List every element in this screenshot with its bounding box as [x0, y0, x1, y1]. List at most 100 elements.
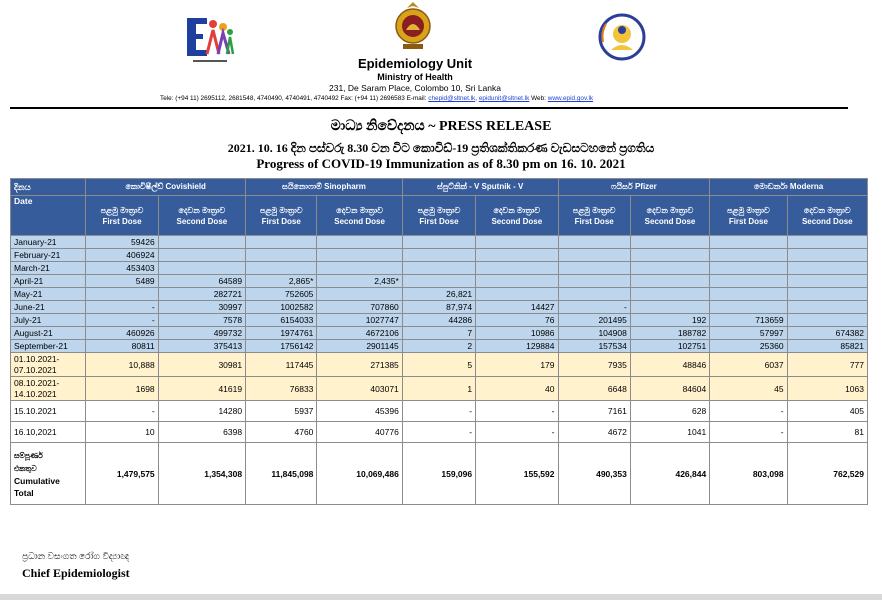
table-cell: [709, 300, 788, 314]
vaccine-header-sinopharm: සයිනොෆාම් Sinopharm: [245, 178, 403, 196]
table-cell: 45396: [316, 400, 403, 422]
email-link-1[interactable]: chepid@sltnet.lk: [428, 95, 475, 102]
table-cell: 2901145: [316, 339, 403, 353]
first-dose-header: පළමු මාත්‍රාව First Dose: [245, 195, 318, 236]
table-cell: [557, 235, 631, 249]
table-cell: 271385: [316, 352, 403, 377]
table-cell: 4672: [557, 421, 631, 443]
row-date: August-21: [9, 326, 87, 340]
table-cell: 707860: [316, 300, 403, 314]
table-cell: 7161: [557, 400, 631, 422]
table-row: June-21-30997 1002582 707860 87,974 14427-: [9, 300, 869, 314]
date-header-si: දිනය: [9, 178, 87, 196]
table-cell: [157, 261, 247, 275]
first-dose-header: පළමු මාත්‍රාව First Dose: [557, 195, 631, 236]
table-cell: 188782: [629, 326, 711, 340]
table-cell: 2: [401, 339, 477, 353]
table-cell: 40: [475, 376, 559, 401]
sinhala-subtitle: 2021. 10. 16 දින පස්වරු 8.30 වන විට කොවි…: [227, 141, 655, 155]
table-cell: 674382: [786, 326, 869, 340]
table-cell: 1041: [629, 421, 711, 443]
table-cell: -: [401, 421, 477, 443]
table-cell: 460926: [85, 326, 159, 340]
organization-name: Epidemiology Unit: [357, 56, 473, 71]
web-prefix: Web:: [529, 95, 548, 102]
table-cell: 6398: [157, 421, 247, 443]
contact-line: Tele: (+94 11) 2695112, 2681548, 4740490…: [160, 95, 594, 102]
table-cell: 752605: [245, 287, 318, 301]
table-cell: 10986: [475, 326, 559, 340]
dose-header-row: Date පළමු මාත්‍රාව First Dose දෙවන මාත්‍ර…: [9, 195, 869, 236]
row-date: September-21: [9, 339, 87, 353]
row-date: June-21: [9, 300, 87, 314]
table-cell: -: [475, 400, 559, 422]
table-cell: 10,888: [85, 352, 159, 377]
table-cell: 5937: [245, 400, 318, 422]
vaccine-header-covishield: කොවිෂීල්ඩ් Covishield: [85, 178, 247, 196]
table-cell: 403071: [316, 376, 403, 401]
row-date: July-21: [9, 313, 87, 327]
table-cell: [157, 248, 247, 262]
table-cell: 406924: [85, 248, 159, 262]
table-row: April-21 5489 64589 2,865* 2,435*: [9, 274, 869, 288]
table-cell: 30981: [157, 352, 247, 377]
total-cell: 426,844: [629, 442, 711, 505]
vaccine-header-row: දිනය කොවිෂීල්ඩ් Covishield සයිනොෆාම් Sin…: [9, 178, 868, 196]
vaccine-header-sputnik: ස්පුට්නික් - V Sputnik - V: [401, 178, 559, 196]
table-cell: [786, 261, 869, 275]
first-dose-header: පළමු මාත්‍රාව First Dose: [85, 195, 159, 236]
total-cell: 490,353: [557, 442, 631, 505]
table-row: 08.10.2021- 14.10.2021 1698 41619 76833 40307…: [9, 376, 869, 401]
table-cell: [786, 287, 869, 301]
table-cell: 6037: [709, 352, 788, 377]
contact-prefix: Tele: (+94 11) 2695112, 2681548, 4740490…: [160, 95, 429, 102]
table-cell: 5: [401, 352, 477, 377]
table-cell: 5489: [85, 274, 159, 288]
table-cell: 45: [709, 376, 788, 401]
table-cell: [475, 261, 559, 275]
table-cell: -: [85, 300, 159, 314]
signature-title-en: Chief Epidemiologist: [22, 566, 130, 580]
table-cell: 192: [629, 313, 711, 327]
row-date: January-21: [9, 235, 87, 249]
table-cell: [245, 261, 318, 275]
table-cell: 628: [629, 400, 711, 422]
table-cell: -: [709, 421, 788, 443]
total-cell: 159,096: [401, 442, 477, 505]
table-cell: 48846: [629, 352, 711, 377]
table-cell: 157534: [557, 339, 631, 353]
table-cell: [557, 287, 631, 301]
second-dose-header: දෙවන මාත්‍රාව Second Dose: [629, 195, 711, 236]
table-row: 15.10.2021-14280 5937 45396- -7161 628-405: [9, 400, 869, 422]
table-cell: 41619: [157, 376, 247, 401]
total-label: සම්පූර්ණ එකතුව Cumulative Total: [9, 442, 87, 505]
email-link-2[interactable]: epidunit@sltnet.lk: [479, 95, 530, 102]
table-cell: 499732: [157, 326, 247, 340]
table-cell: 1: [401, 376, 477, 401]
table-cell: [629, 261, 711, 275]
table-cell: [85, 287, 159, 301]
table-cell: 7935: [557, 352, 631, 377]
second-dose-header: දෙවන මාත්‍රාව Second Dose: [157, 195, 247, 236]
ministry-name: Ministry of Health: [377, 72, 453, 82]
first-dose-header: පළමු මාත්‍රාව First Dose: [709, 195, 788, 236]
row-date: April-21: [9, 274, 87, 288]
website-link[interactable]: www.epid.gov.lk: [548, 95, 593, 102]
second-dose-header: දෙවන මාත්‍රාව Second Dose: [316, 195, 403, 236]
table-cell: 1002582: [245, 300, 318, 314]
table-cell: [786, 313, 869, 327]
table-cell: [316, 235, 403, 249]
table-cell: 84604: [629, 376, 711, 401]
table-cell: [475, 248, 559, 262]
table-cell: [629, 235, 711, 249]
row-date: 08.10.2021- 14.10.2021: [9, 376, 87, 401]
table-row: January-21 59426: [9, 235, 869, 249]
total-cell: 155,592: [475, 442, 559, 505]
table-cell: [475, 274, 559, 288]
vaccine-header-pfizer: ෆයිසර් Pfizer: [557, 178, 711, 196]
table-cell: 57997: [709, 326, 788, 340]
table-cell: [401, 261, 477, 275]
table-cell: 81: [786, 421, 869, 443]
bottom-bar: [0, 594, 882, 600]
table-cell: 6154033: [245, 313, 318, 327]
